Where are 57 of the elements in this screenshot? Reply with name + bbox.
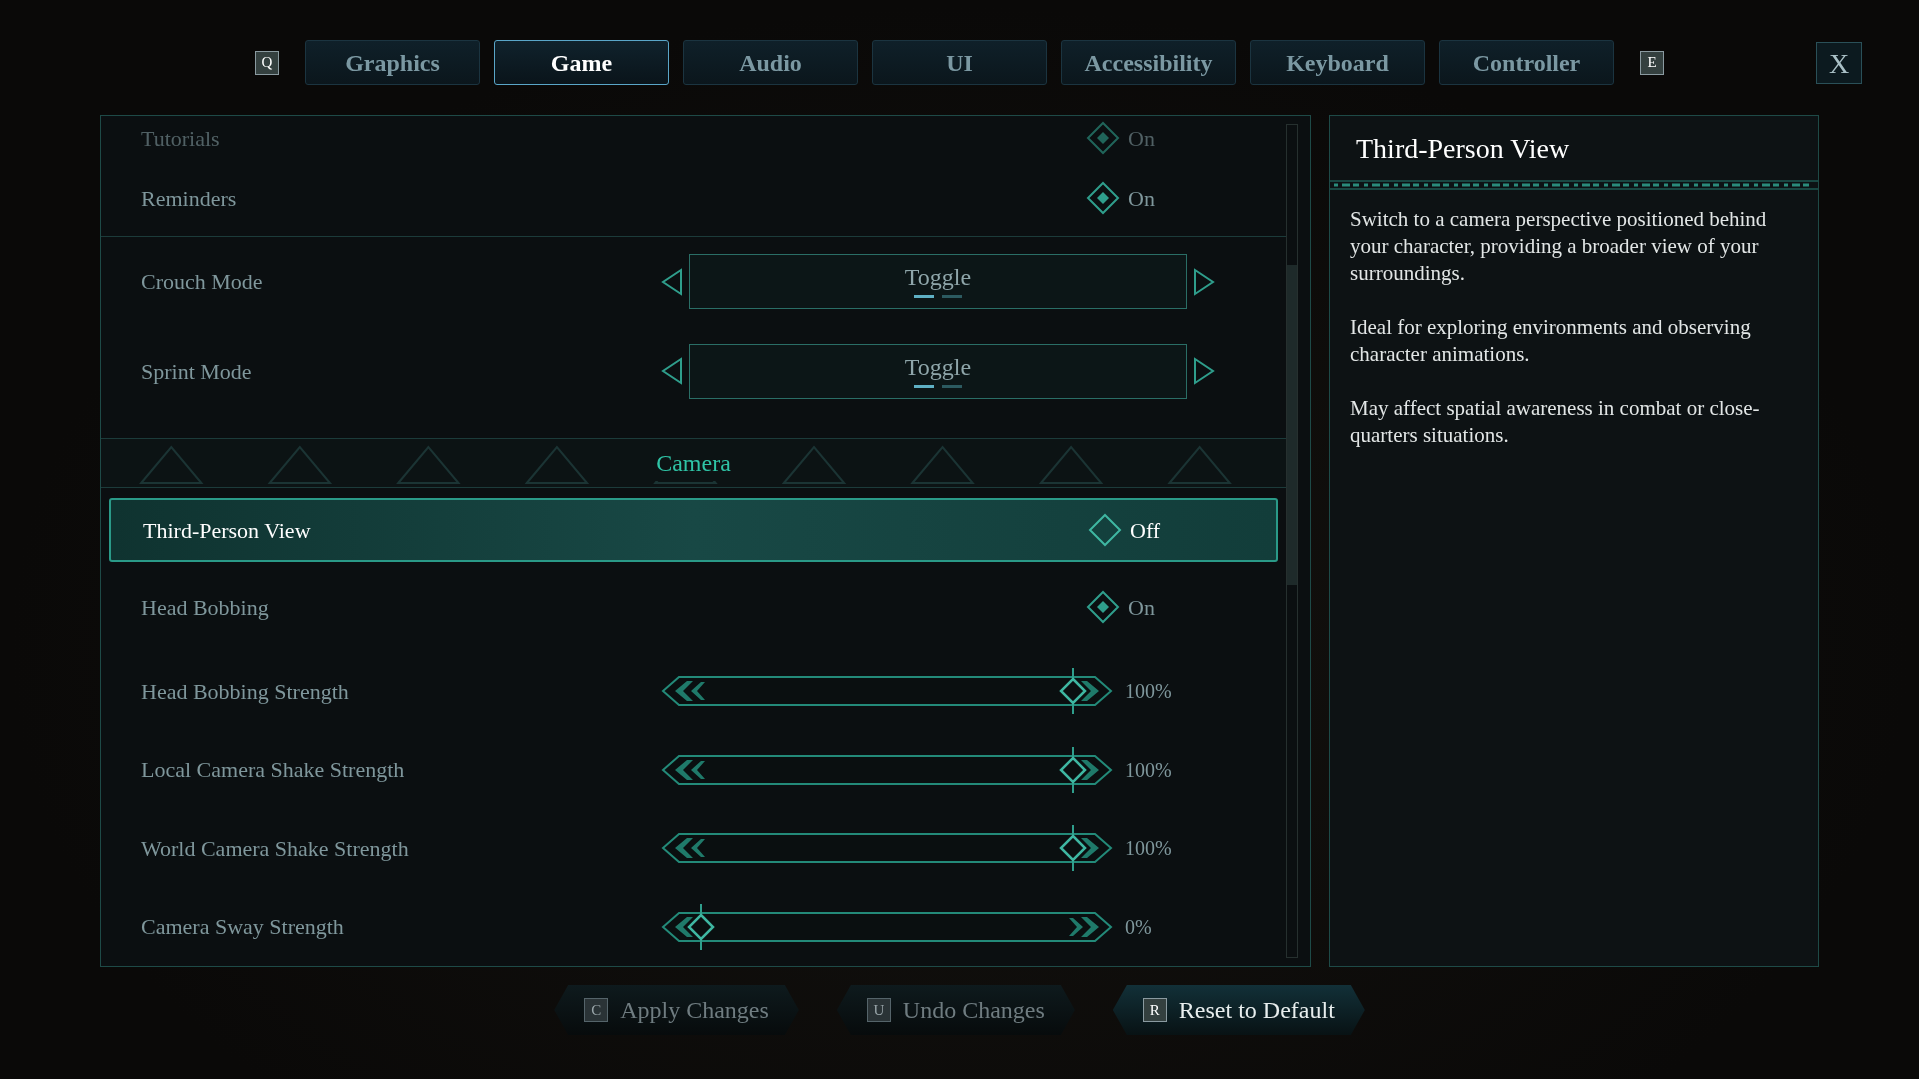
setting-label: Crouch Mode xyxy=(141,268,264,297)
description-title: Third-Person View xyxy=(1355,132,1571,166)
setting-label: Reminders xyxy=(141,185,238,213)
tab[interactable]: Graphics xyxy=(305,40,480,85)
scrollbar[interactable] xyxy=(1286,124,1298,958)
key-hint: E xyxy=(1640,50,1664,75)
slider-track[interactable] xyxy=(661,668,1113,715)
setting-row[interactable]: Head Bobbing Strength 100% xyxy=(101,651,1286,731)
description-text: Switch to a camera perspective positioned behind your character, providing a broader view of your surroundings. xyxy=(1350,206,1768,287)
close-button[interactable]: X xyxy=(1816,41,1862,84)
slider-track[interactable] xyxy=(661,825,1113,872)
setting-label: Local Camera Shake Strength xyxy=(141,756,406,785)
tab[interactable]: Audio xyxy=(683,40,858,85)
tab[interactable]: Controller xyxy=(1439,40,1614,85)
option-selector[interactable]: Toggle xyxy=(689,254,1187,310)
key-hint: R xyxy=(1142,998,1167,1022)
toggle-value: Off xyxy=(1130,516,1161,545)
right-arrow-icon[interactable] xyxy=(1193,357,1215,386)
left-arrow-icon[interactable] xyxy=(661,267,683,296)
setting-row[interactable]: Head Bobbing On xyxy=(101,562,1286,652)
key-hint: Q xyxy=(255,50,279,75)
scrollbar-thumb[interactable] xyxy=(1287,265,1297,585)
setting-row[interactable]: Reminders On xyxy=(101,160,1286,238)
key-hint: C xyxy=(584,998,609,1022)
setting-label: World Camera Shake Strength xyxy=(141,834,410,863)
setting-row[interactable]: Sprint Mode Toggle xyxy=(101,326,1286,417)
tab[interactable]: Keyboard xyxy=(1250,40,1425,85)
setting-label: Third-Person View xyxy=(143,516,312,545)
setting-row[interactable]: Local Camera Shake Strength 100% xyxy=(101,730,1286,809)
setting-row[interactable]: World Camera Shake Strength 100% xyxy=(101,808,1286,888)
setting-label: Sprint Mode xyxy=(141,357,253,386)
slider-reading: 100% xyxy=(1125,757,1172,783)
setting-row[interactable]: Camera Sway Strength 0% xyxy=(101,887,1286,966)
description-text: May affect spatial awareness in combat or close-quarters situations. xyxy=(1350,395,1761,449)
option-selector[interactable]: Toggle xyxy=(689,343,1187,399)
setting-label: Head Bobbing Strength xyxy=(141,677,350,706)
setting-row[interactable]: Crouch Mode Toggle xyxy=(101,237,1286,327)
right-arrow-icon[interactable] xyxy=(1193,267,1215,296)
slider-reading: 100% xyxy=(1125,679,1172,705)
toggle-value: On xyxy=(1128,593,1155,622)
key-hint: U xyxy=(866,998,891,1022)
slider-reading: 100% xyxy=(1125,836,1172,862)
toggle-value: On xyxy=(1128,124,1155,153)
selected-setting-row[interactable]: Third-Person View Off xyxy=(109,497,1278,563)
tab[interactable]: Game xyxy=(494,40,669,85)
slider-track[interactable] xyxy=(661,746,1113,793)
setting-label: Camera Sway Strength xyxy=(141,913,345,942)
left-arrow-icon[interactable] xyxy=(661,357,683,386)
slider-reading: 0% xyxy=(1125,914,1152,940)
tab[interactable]: UI xyxy=(872,40,1047,85)
description-text: Ideal for exploring environments and observing character animations. xyxy=(1350,314,1752,368)
tab[interactable]: Accessibility xyxy=(1061,40,1236,85)
toggle-value: On xyxy=(1128,185,1155,213)
setting-label: Tutorials xyxy=(141,124,221,153)
action-button[interactable]: R Reset to Default xyxy=(1112,985,1365,1035)
setting-label: Head Bobbing xyxy=(141,593,270,622)
slider-track[interactable] xyxy=(661,903,1113,950)
